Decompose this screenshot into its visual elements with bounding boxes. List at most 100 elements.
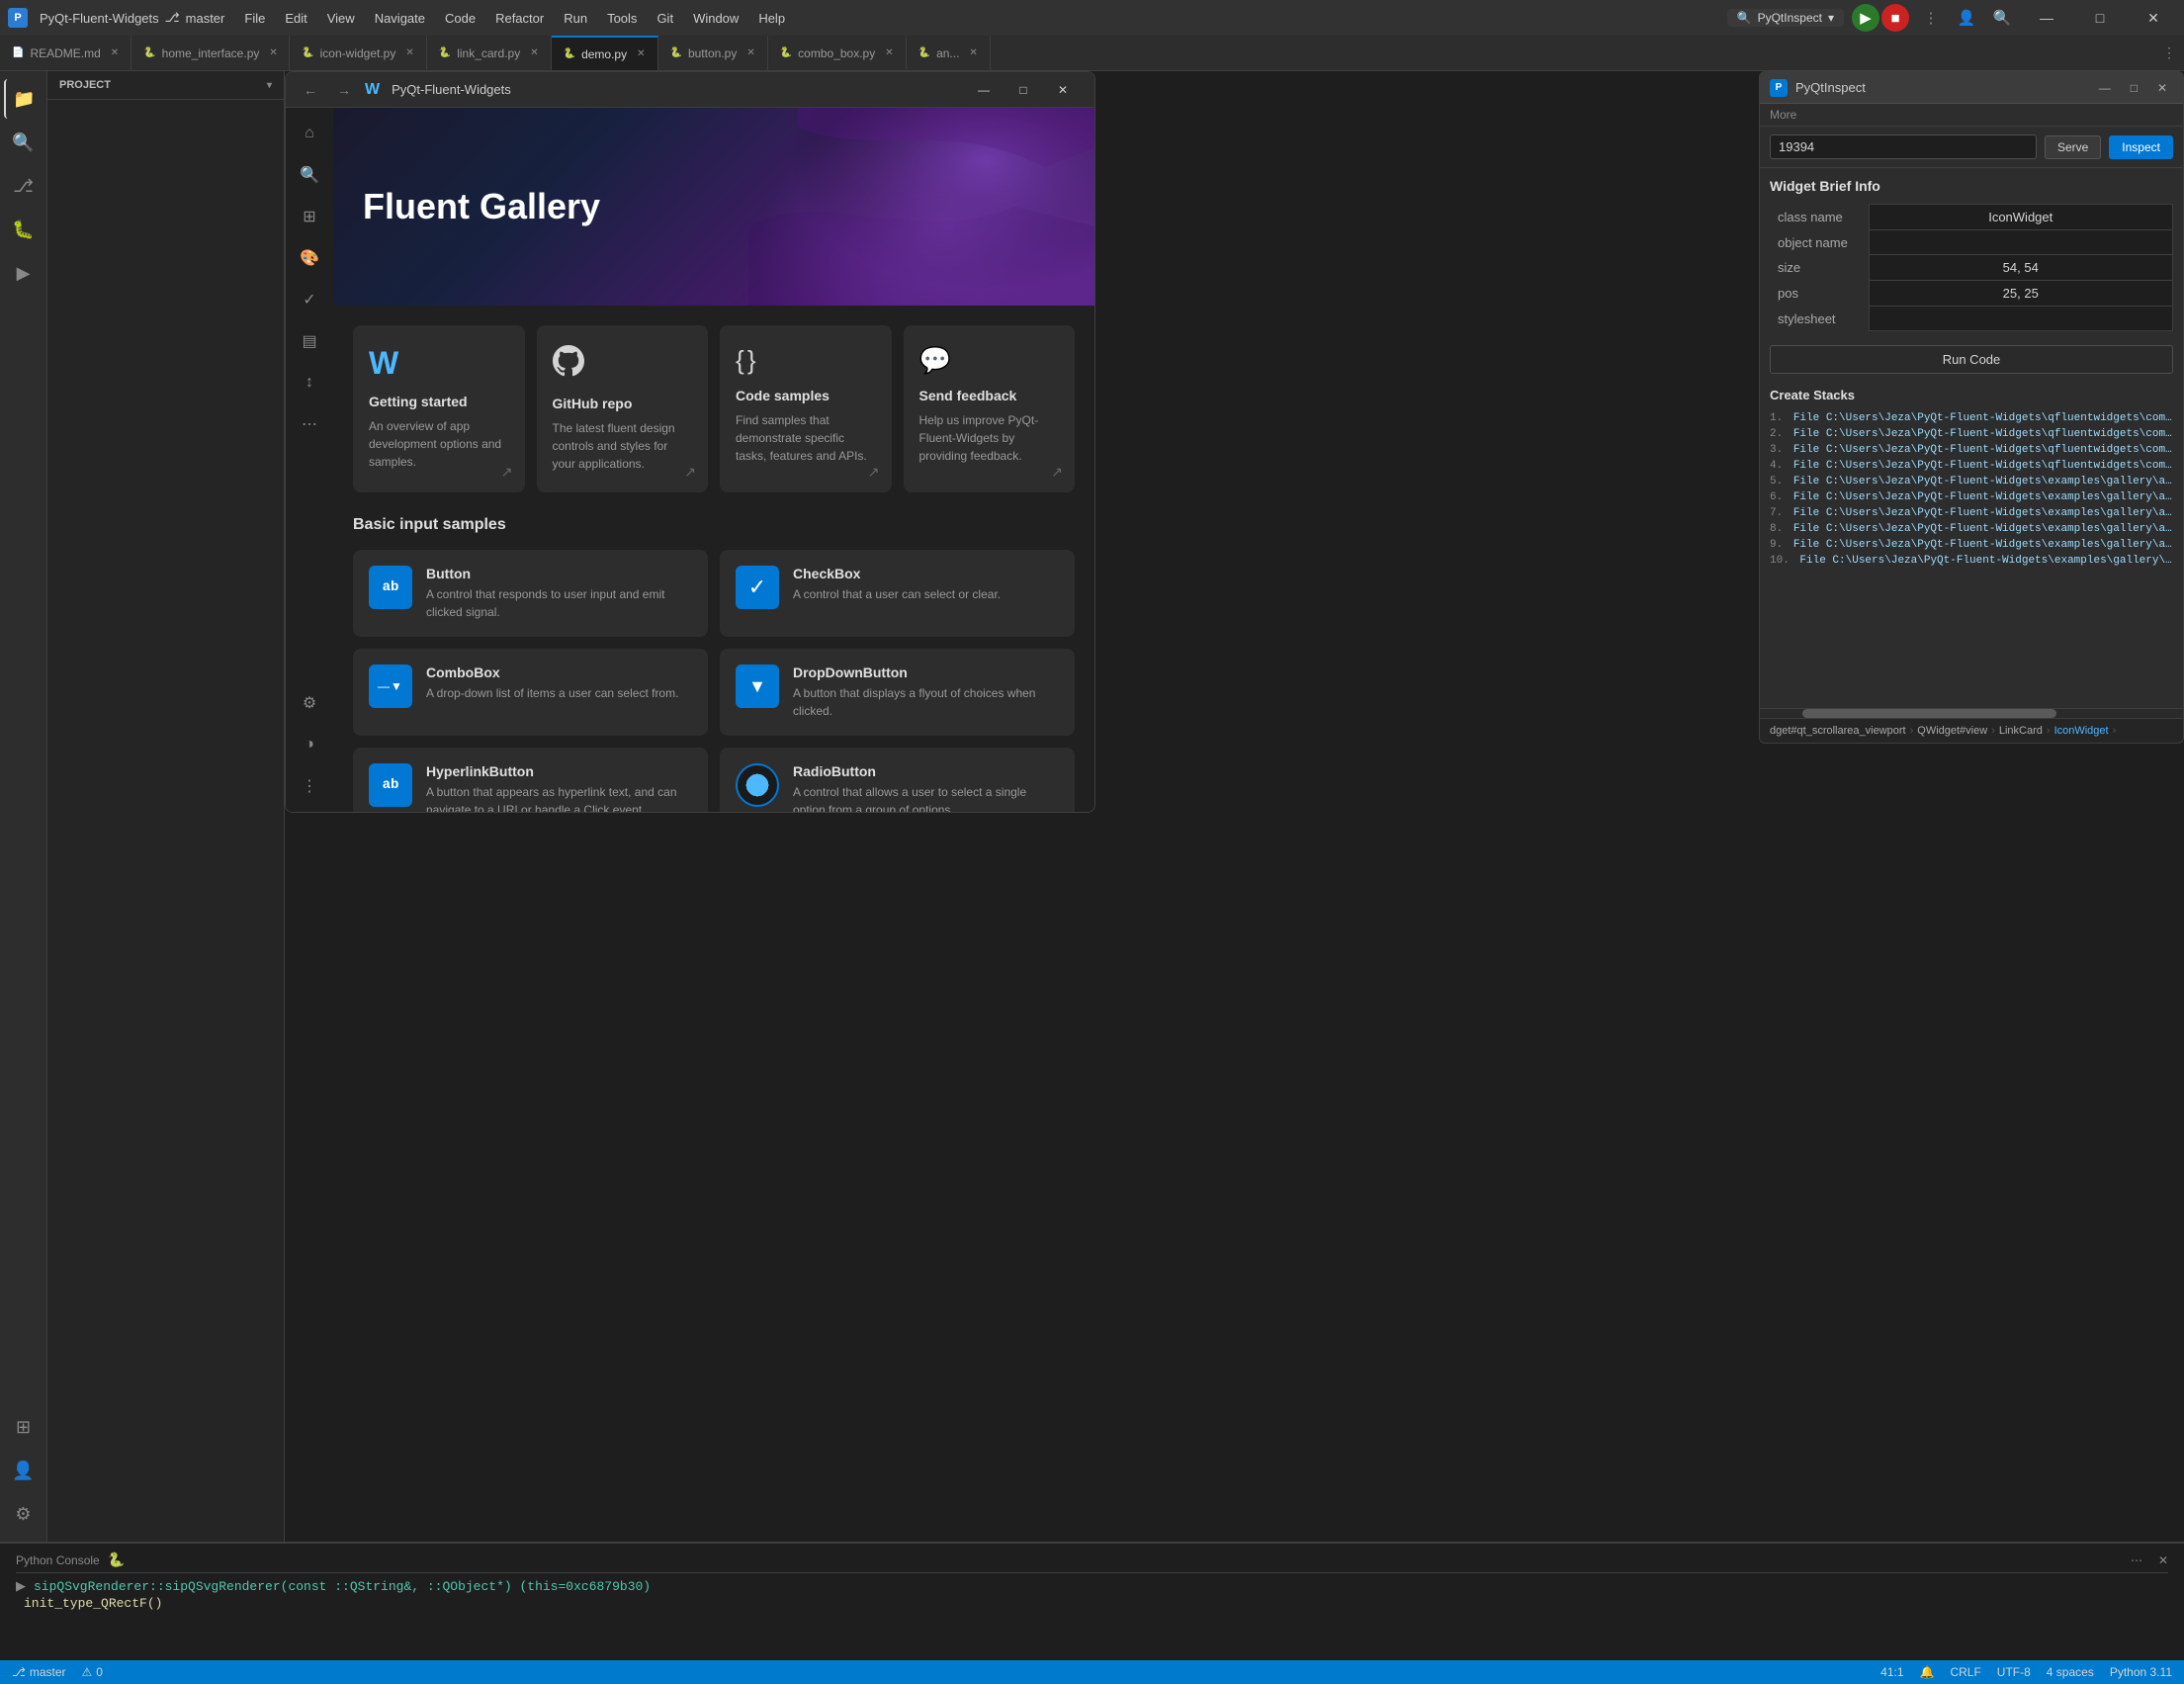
breadcrumb-iconwidget[interactable]: IconWidget <box>2054 725 2109 737</box>
fluent-nav-check[interactable]: ✓ <box>292 282 327 317</box>
stop-button[interactable]: ■ <box>1881 4 1909 32</box>
fluent-nav-theme[interactable]: ◑ <box>292 727 327 762</box>
serve-button[interactable]: Serve <box>2045 135 2101 159</box>
menu-file[interactable]: File <box>236 9 273 28</box>
activity-git[interactable]: ⎇ <box>4 166 44 206</box>
tab-an-close[interactable]: ✕ <box>969 47 977 58</box>
activity-extensions[interactable]: ⊞ <box>4 1407 44 1447</box>
card-code-samples[interactable]: { } Code samples Find samples that demon… <box>720 325 892 492</box>
status-charset[interactable]: UTF-8 <box>1997 1665 2031 1679</box>
maximize-button[interactable]: □ <box>2077 0 2123 36</box>
tab-icon-widget[interactable]: 🐍 icon-widget.py ✕ <box>290 36 427 71</box>
account-button[interactable]: 👤 <box>1953 4 1980 32</box>
widget-hyperlink[interactable]: ab HyperlinkButton A button that appears… <box>353 748 708 812</box>
activity-run[interactable]: ▶ <box>4 253 44 293</box>
tab-button-close[interactable]: ✕ <box>746 47 754 58</box>
project-label[interactable]: PyQt-Fluent-Widgets <box>40 11 159 26</box>
tab-link-card[interactable]: 🐍 link_card.py ✕ <box>427 36 552 71</box>
stack-item-2[interactable]: 2. File C:\Users\Jeza\PyQt-Fluent-Widget… <box>1770 426 2173 442</box>
sidebar-project-expand[interactable]: ▾ <box>267 80 272 91</box>
run-button[interactable]: ▶ <box>1852 4 1879 32</box>
breadcrumb-linkcard[interactable]: LinkCard <box>1999 725 2043 737</box>
stack-item-8[interactable]: 8. File C:\Users\Jeza\PyQt-Fluent-Widget… <box>1770 521 2173 537</box>
inspect-maximize-button[interactable]: □ <box>2125 79 2143 97</box>
menu-refactor[interactable]: Refactor <box>487 9 552 28</box>
inspect-horizontal-scrollbar[interactable] <box>1760 708 2183 718</box>
inspect-button[interactable]: Inspect <box>2109 135 2173 159</box>
status-encoding-crlf[interactable]: CRLF <box>1950 1665 1980 1679</box>
stack-item-4[interactable]: 4. File C:\Users\Jeza\PyQt-Fluent-Widget… <box>1770 458 2173 474</box>
card-getting-started[interactable]: W Getting started An overview of app dev… <box>353 325 525 492</box>
more-options-button[interactable]: ⋮ <box>1917 4 1945 32</box>
stack-item-10[interactable]: 10. File C:\Users\Jeza\PyQt-Fluent-Widge… <box>1770 553 2173 569</box>
tab-readme-close[interactable]: ✕ <box>111 47 119 58</box>
tab-demo[interactable]: 🐍 demo.py ✕ <box>552 36 658 71</box>
inspect-minimize-button[interactable]: — <box>2093 79 2117 97</box>
fluent-nav-search[interactable]: 🔍 <box>292 157 327 193</box>
menu-git[interactable]: Git <box>649 9 681 28</box>
stack-item-1[interactable]: 1. File C:\Users\Jeza\PyQt-Fluent-Widget… <box>1770 410 2173 426</box>
fluent-nav-layout[interactable]: ▤ <box>292 323 327 359</box>
tab-link-close[interactable]: ✕ <box>530 47 538 58</box>
fluent-nav-dots[interactable]: ⋮ <box>292 768 327 804</box>
fluent-close-button[interactable]: ✕ <box>1043 76 1083 104</box>
terminal-close[interactable]: ✕ <box>2158 1553 2168 1567</box>
tab-home-interface[interactable]: 🐍 home_interface.py ✕ <box>131 36 290 71</box>
nav-forward-button[interactable]: → <box>331 80 357 100</box>
search-button[interactable]: 🔍 <box>1988 4 2016 32</box>
nav-back-button[interactable]: ← <box>298 80 323 100</box>
status-indent[interactable]: 4 spaces <box>2047 1665 2094 1679</box>
activity-debug[interactable]: 🐛 <box>4 210 44 249</box>
inspect-close-button[interactable]: ✕ <box>2151 79 2173 97</box>
pyqtinspect-button[interactable]: 🔍 PyQtInspect ▾ <box>1727 9 1844 27</box>
fluent-nav-components[interactable]: ⊞ <box>292 199 327 234</box>
status-warnings[interactable]: ⚠ 0 <box>82 1665 103 1679</box>
branch-label[interactable]: master <box>186 11 225 26</box>
port-input[interactable] <box>1770 134 2037 159</box>
stack-item-3[interactable]: 3. File C:\Users\Jeza\PyQt-Fluent-Widget… <box>1770 442 2173 458</box>
menu-view[interactable]: View <box>319 9 363 28</box>
fluent-nav-settings-gear[interactable]: ⚙ <box>292 685 327 721</box>
terminal-dots[interactable]: ⋯ <box>2131 1553 2142 1567</box>
card-github-repo[interactable]: GitHub repo The latest fluent design con… <box>537 325 709 492</box>
stack-item-6[interactable]: 6. File C:\Users\Jeza\PyQt-Fluent-Widget… <box>1770 489 2173 505</box>
stack-item-9[interactable]: 9. File C:\Users\Jeza\PyQt-Fluent-Widget… <box>1770 537 2173 553</box>
tab-button[interactable]: 🐍 button.py ✕ <box>658 36 768 71</box>
tab-icon-close[interactable]: ✕ <box>405 47 413 58</box>
tab-combo-box[interactable]: 🐍 combo_box.py ✕ <box>768 36 907 71</box>
menu-tools[interactable]: Tools <box>599 9 645 28</box>
activity-account[interactable]: 👤 <box>4 1451 44 1490</box>
menu-navigate[interactable]: Navigate <box>367 9 433 28</box>
status-git-branch[interactable]: ⎇ master <box>12 1665 66 1679</box>
breadcrumb-qwidget[interactable]: QWidget#view <box>1917 725 1987 737</box>
tab-combo-close[interactable]: ✕ <box>885 47 893 58</box>
activity-search[interactable]: 🔍 <box>4 123 44 162</box>
widget-button[interactable]: ab Button A control that responds to use… <box>353 550 708 637</box>
stack-item-7[interactable]: 7. File C:\Users\Jeza\PyQt-Fluent-Widget… <box>1770 505 2173 521</box>
status-position[interactable]: 41:1 <box>1880 1665 1903 1679</box>
fluent-nav-more[interactable]: ⋯ <box>292 406 327 442</box>
activity-explorer[interactable]: 📁 <box>4 79 44 119</box>
status-notifications-bell[interactable]: 🔔 <box>1920 1665 1935 1679</box>
widget-radio[interactable]: RadioButton A control that allows a user… <box>720 748 1075 812</box>
widget-dropdown[interactable]: ▼ DropDownButton A button that displays … <box>720 649 1075 736</box>
menu-edit[interactable]: Edit <box>277 9 314 28</box>
close-button[interactable]: ✕ <box>2131 0 2176 36</box>
tab-demo-close[interactable]: ✕ <box>637 48 645 59</box>
widget-combobox[interactable]: —▼ ComboBox A drop-down list of items a … <box>353 649 708 736</box>
card-send-feedback[interactable]: 💬 Send feedback Help us improve PyQt-Flu… <box>904 325 1076 492</box>
tab-overflow[interactable]: ⋮ <box>2154 44 2184 61</box>
activity-settings[interactable]: ⚙ <box>4 1494 44 1534</box>
run-code-button[interactable]: Run Code <box>1770 345 2173 374</box>
breadcrumb-scrollarea[interactable]: dget#qt_scrollarea_viewport <box>1770 725 1906 737</box>
tab-home-close[interactable]: ✕ <box>269 47 277 58</box>
fluent-maximize-button[interactable]: □ <box>1004 76 1043 104</box>
inspect-more-button[interactable]: More <box>1760 104 2183 127</box>
stack-item-5[interactable]: 5. File C:\Users\Jeza\PyQt-Fluent-Widget… <box>1770 474 2173 489</box>
fluent-nav-scroll[interactable]: ↕ <box>292 365 327 400</box>
fluent-nav-style[interactable]: 🎨 <box>292 240 327 276</box>
fluent-nav-home[interactable]: ⌂ <box>292 116 327 151</box>
widget-checkbox[interactable]: ✓ CheckBox A control that a user can sel… <box>720 550 1075 637</box>
tab-an[interactable]: 🐍 an... ✕ <box>907 36 991 71</box>
menu-run[interactable]: Run <box>556 9 595 28</box>
